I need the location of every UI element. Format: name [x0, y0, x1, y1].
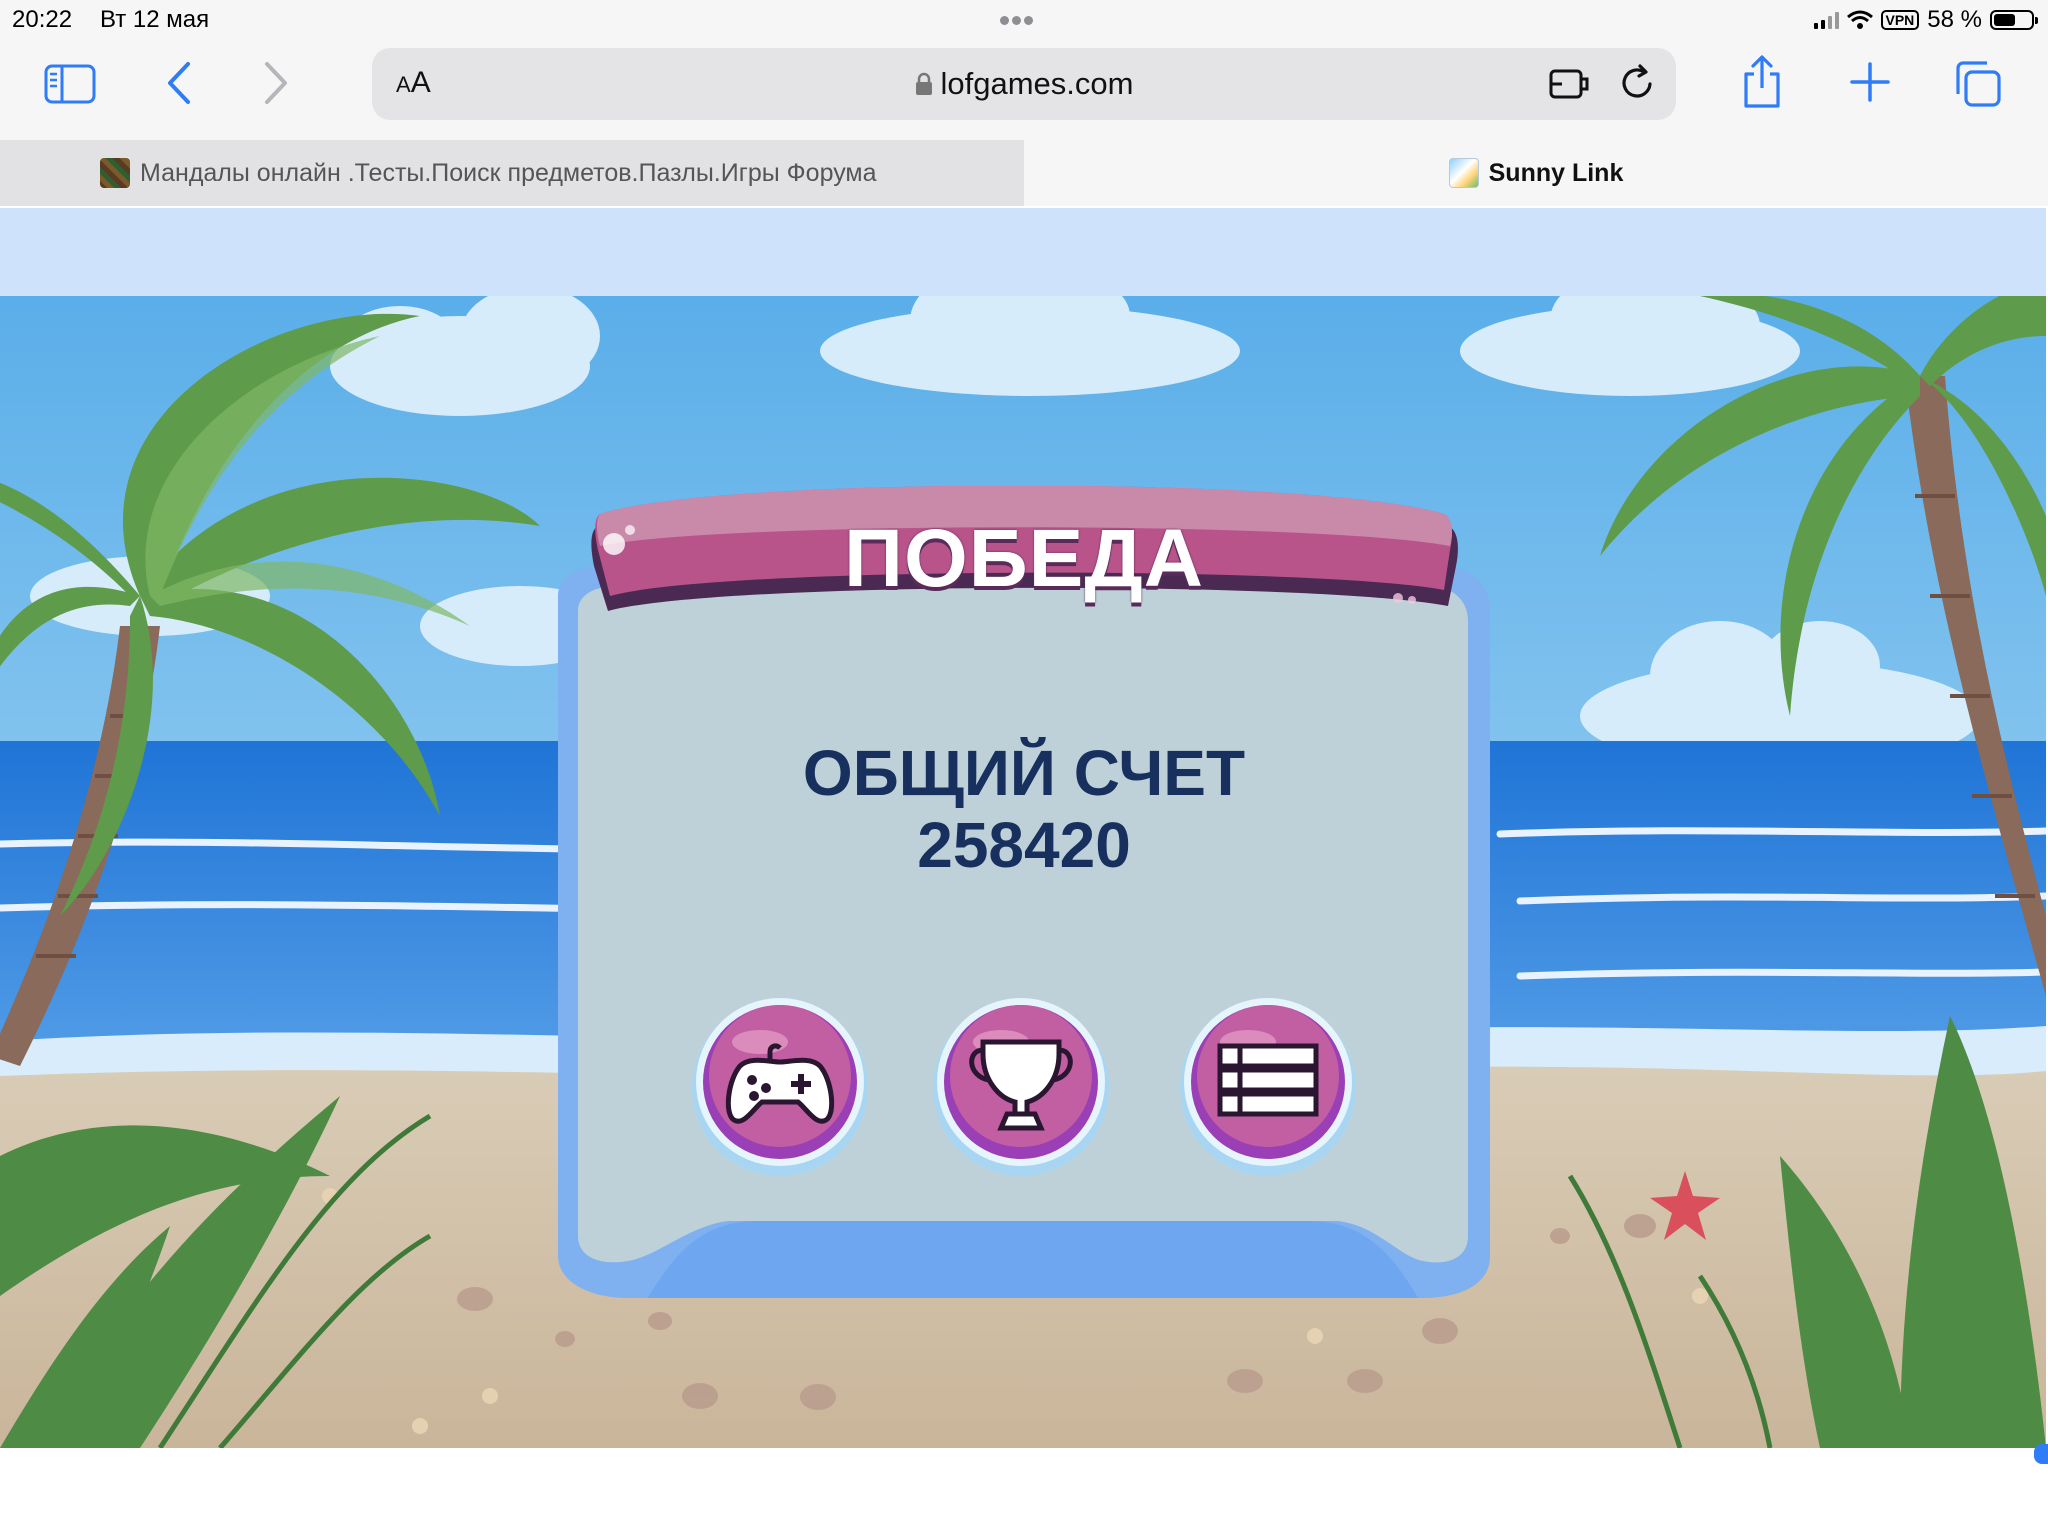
scroll-indicator[interactable]: [2034, 1444, 2048, 1464]
leaderboard-button[interactable]: [931, 996, 1111, 1176]
game-canvas[interactable]: ПОБЕДА ОБЩИЙ СЧЕТ 258420: [0, 296, 2046, 1448]
play-again-button[interactable]: [690, 996, 870, 1176]
reload-icon[interactable]: [1618, 62, 1658, 104]
sunny-link-favicon-icon: [1448, 158, 1479, 188]
back-icon[interactable]: [160, 60, 200, 106]
menu-list-button[interactable]: [1178, 996, 1358, 1176]
tab-bar: Мандалы онлайн .Тесты.Поиск предметов.Па…: [0, 140, 2048, 206]
score-value: 258420: [917, 809, 1131, 881]
dialog-title: ПОБЕДА: [844, 513, 1204, 604]
url-text: lofgames.com: [940, 66, 1134, 101]
status-bar: 20:22 Вт 12 мая VPN 58 %: [0, 0, 2048, 40]
tab-title: Sunny Link: [1488, 158, 1624, 187]
battery-icon: [1990, 10, 2038, 30]
page-header-band: [0, 208, 2046, 296]
tab-mandalas[interactable]: Мандалы онлайн .Тесты.Поиск предметов.Па…: [0, 140, 1024, 206]
page-bottom-area: [0, 1448, 2048, 1536]
dialog-panel: [558, 486, 1490, 1298]
share-icon[interactable]: [1740, 54, 1784, 110]
battery-percent: 58 %: [1927, 6, 1982, 33]
sidebar-icon[interactable]: [44, 64, 96, 104]
status-time: 20:22: [12, 6, 73, 33]
signal-icon: [1813, 11, 1839, 29]
tab-title: Мандалы онлайн .Тесты.Поиск предметов.Па…: [140, 158, 877, 187]
forward-icon[interactable]: [255, 60, 295, 106]
status-date: Вт 12 мая: [100, 6, 210, 33]
tabs-icon[interactable]: [1954, 60, 2002, 108]
list-icon: [1217, 1043, 1319, 1117]
wifi-icon: [1846, 10, 1873, 29]
extension-icon[interactable]: [1548, 64, 1592, 104]
victory-dialog: ПОБЕДА ОБЩИЙ СЧЕТ 258420: [518, 486, 1530, 1350]
plus-icon[interactable]: [1848, 60, 1892, 104]
vpn-badge: VPN: [1880, 10, 1920, 30]
score-label: ОБЩИЙ СЧЕТ: [802, 737, 1246, 809]
browser-toolbar: AA lofgames.com: [0, 40, 2048, 140]
tab-sunny-link[interactable]: Sunny Link: [1024, 140, 2048, 206]
lock-icon: [915, 72, 932, 95]
forum-favicon-icon: [100, 158, 130, 188]
address-bar[interactable]: AA lofgames.com: [372, 48, 1676, 120]
multitasking-dots-icon[interactable]: [1000, 4, 1048, 34]
